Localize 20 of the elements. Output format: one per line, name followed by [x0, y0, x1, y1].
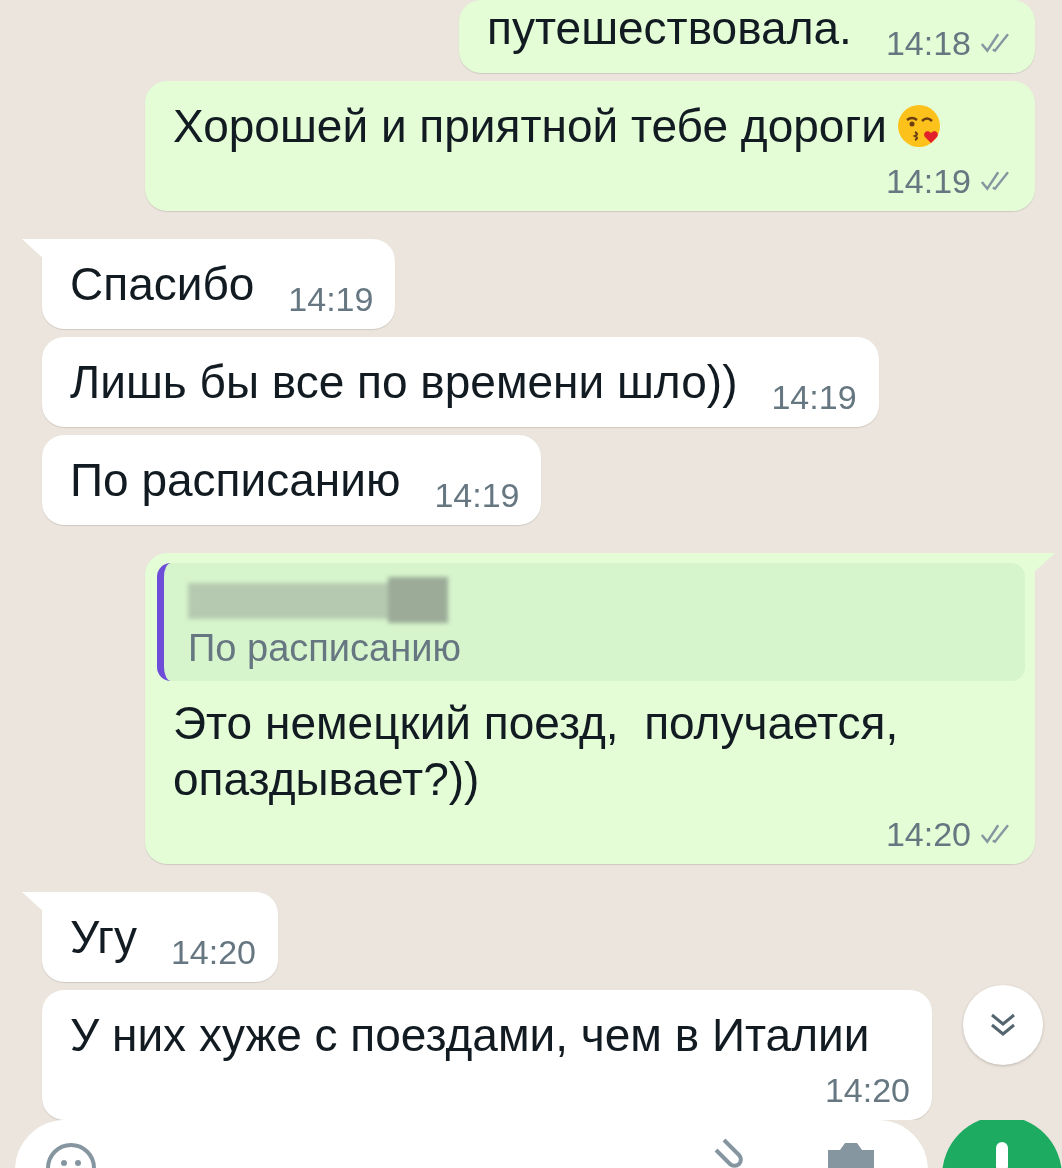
message-text: По расписанию	[70, 453, 401, 508]
message-time: 14:19	[434, 475, 520, 515]
message-time: 14:19	[771, 377, 857, 417]
quoted-text: По расписанию	[188, 626, 462, 671]
message-text: путешествовала.	[487, 1, 852, 56]
message-text: У них хуже с поездами, чем в Италии	[70, 1008, 870, 1063]
message-text: Лишь бы все по времени шло))	[70, 355, 738, 410]
message-time: 14:20	[885, 814, 971, 854]
double-chevron-down-icon	[988, 1012, 1018, 1038]
message-time: 14:20	[824, 1070, 910, 1110]
message-text: Угу	[70, 910, 137, 965]
scroll-down-button[interactable]	[963, 985, 1043, 1065]
message-text: Спасибо	[70, 257, 255, 312]
reply-quote[interactable]: По расписанию	[157, 563, 1025, 681]
message-text: Это немецкий поезд, получается, опаздывает?))	[173, 696, 900, 807]
message-time: 14:18	[885, 23, 971, 63]
message-time: 14:19	[885, 161, 971, 201]
message-text: Хорошей и приятной тебе дороги	[173, 99, 887, 154]
message-time: 14:20	[170, 932, 257, 972]
message-time: 14:19	[288, 279, 374, 319]
